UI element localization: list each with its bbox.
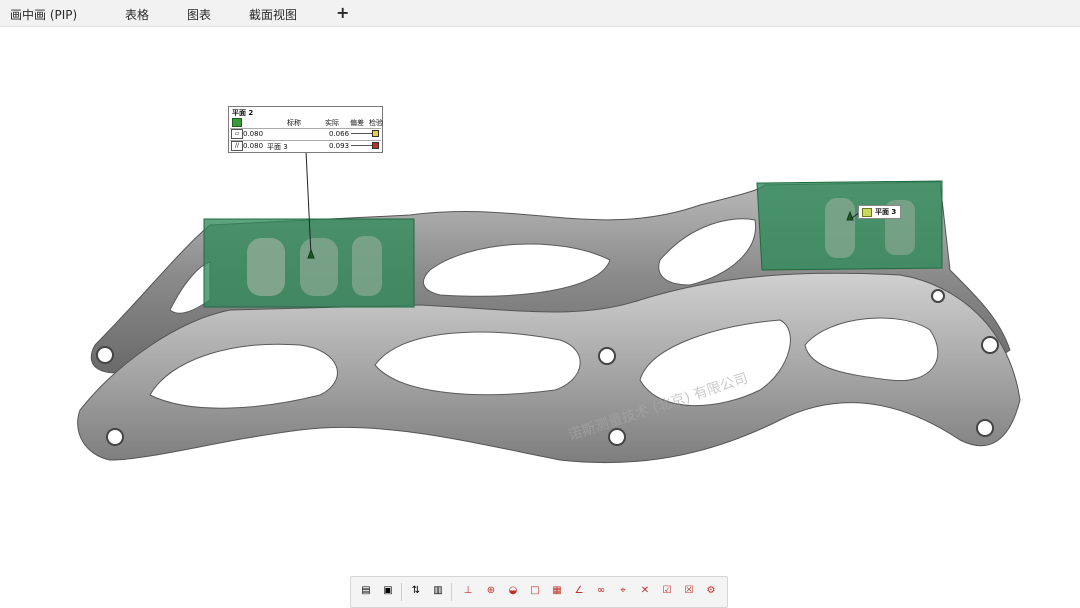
- gear-icon[interactable]: ⚙: [704, 584, 718, 598]
- check-icon[interactable]: ☑: [660, 584, 674, 598]
- position-icon[interactable]: ⊕: [484, 584, 498, 598]
- link-icon[interactable]: ∞: [594, 584, 608, 598]
- status-icon: [232, 118, 242, 127]
- slot: [300, 238, 338, 296]
- status-swatch: [372, 130, 379, 137]
- hole: [976, 419, 994, 437]
- table-row: // 0.080 平面 3 0.093: [229, 141, 382, 151]
- header-nominal: 标称: [287, 119, 301, 127]
- status-icon: [862, 208, 872, 217]
- hole: [931, 289, 945, 303]
- parallelism-icon: //: [231, 141, 243, 151]
- report-icon[interactable]: ▦: [550, 584, 564, 598]
- flatness-icon: ▱: [231, 129, 243, 139]
- actual-value: 0.066: [329, 130, 350, 138]
- close-icon[interactable]: ☒: [682, 584, 696, 598]
- sort-icon[interactable]: ⇅: [409, 584, 423, 598]
- table-row: ▱ 0.080 0.066: [229, 129, 382, 139]
- header-actual: 实际: [325, 119, 339, 127]
- angle-icon[interactable]: ∠: [572, 584, 586, 598]
- monitor-icon[interactable]: ▣: [381, 584, 395, 598]
- cross-icon[interactable]: ✕: [638, 584, 652, 598]
- tolerance-value: 0.080: [243, 142, 264, 150]
- hole: [106, 428, 124, 446]
- datum-reference: 平面 3: [267, 143, 288, 151]
- view-grid-icon[interactable]: ▤: [359, 584, 373, 598]
- tolerance-value: 0.080: [243, 130, 264, 138]
- hole: [981, 336, 999, 354]
- bottom-toolbar: ▤ ▣ ⇅ ▥ ⊥ ⊕ ◒ □ ▦ ∠ ∞ ⌖ ✕ ☑ ☒ ⚙: [350, 576, 728, 608]
- toolbar-separator: [451, 583, 452, 601]
- toolbar-separator: [401, 583, 402, 601]
- status-swatch: [372, 142, 379, 149]
- datum-icon[interactable]: ⊥: [461, 584, 475, 598]
- annotation-title: 平面 2: [232, 109, 254, 117]
- slot: [247, 238, 285, 296]
- header-inspect: 检验: [369, 119, 383, 127]
- actual-value: 0.093: [329, 142, 350, 150]
- plane-3-label[interactable]: 平面 3: [858, 205, 902, 219]
- header-deviation: 偏差: [350, 119, 364, 127]
- profile-icon[interactable]: ◒: [506, 584, 520, 598]
- plane-3-label-text: 平面 3: [875, 208, 897, 216]
- hole: [598, 347, 616, 365]
- columns-icon[interactable]: ▥: [431, 584, 445, 598]
- hole: [96, 346, 114, 364]
- part-model[interactable]: 诺斯测量技术 (北京) 有限公司: [0, 0, 1080, 608]
- slot: [352, 236, 382, 296]
- slot: [825, 198, 855, 258]
- target-icon[interactable]: ⌖: [616, 584, 630, 598]
- plane-2-annotation[interactable]: 平面 2 标称 实际 偏差 检验 ▱ 0.080 0.066 // 0.080 …: [228, 106, 383, 153]
- square-icon[interactable]: □: [528, 584, 542, 598]
- hole: [608, 428, 626, 446]
